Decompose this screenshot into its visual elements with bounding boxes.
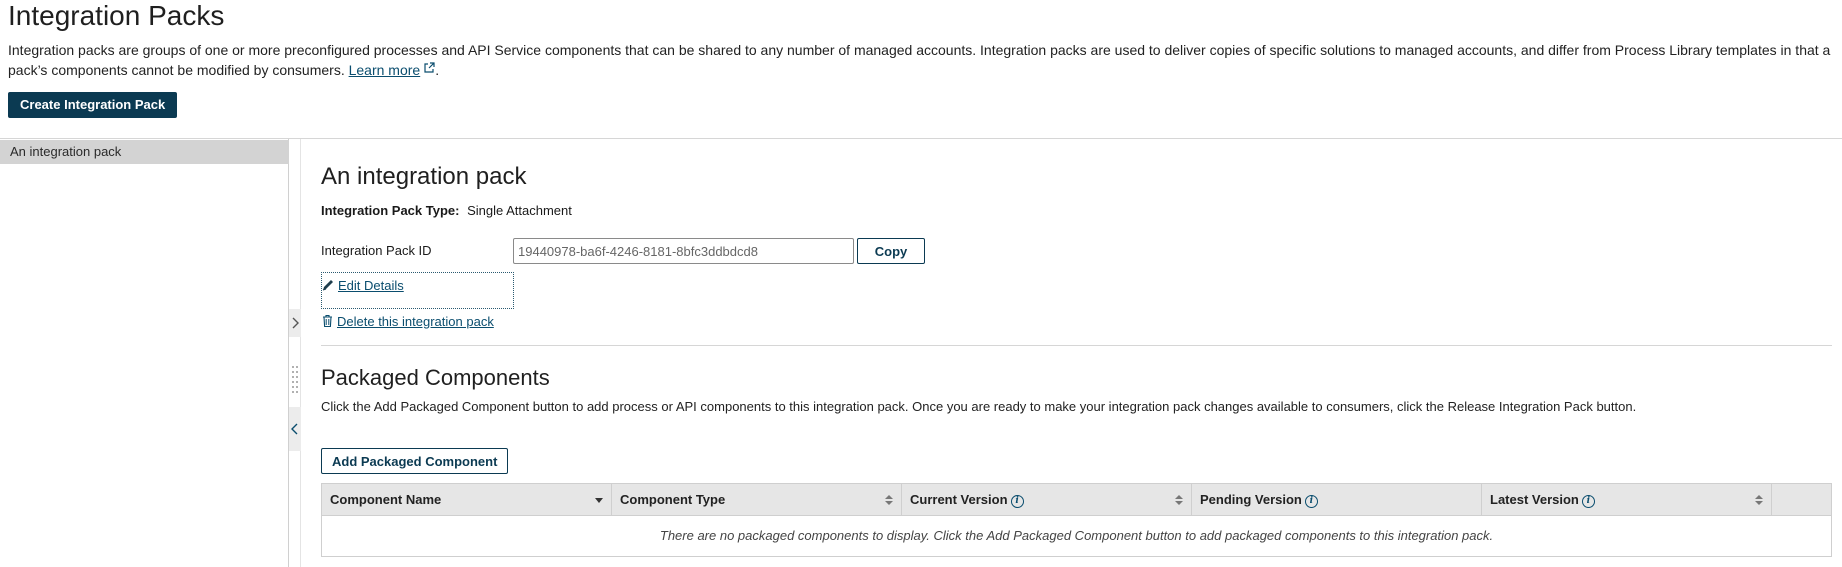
column-label: Current Version <box>910 492 1008 507</box>
pack-id-row: Integration Pack ID Copy <box>321 238 1021 266</box>
external-link-icon <box>424 62 435 73</box>
column-header-current-version[interactable]: Current Version i <box>902 484 1192 515</box>
column-label: Latest Version <box>1490 492 1579 507</box>
packaged-components-description: Click the Add Packaged Component button … <box>321 399 1637 414</box>
column-label: Pending Version <box>1200 492 1302 507</box>
sort-desc-icon <box>595 498 603 503</box>
pack-type-value: Single Attachment <box>467 203 572 218</box>
main-panel: An integration pack Integration Pack Typ… <box>321 139 1832 567</box>
integration-pack-title: An integration pack <box>321 163 527 190</box>
column-header-latest-version[interactable]: Latest Version i <box>1482 484 1772 515</box>
column-label: Component Name <box>330 492 442 507</box>
sort-icon <box>1175 495 1183 505</box>
delete-pack-link[interactable]: Delete this integration pack <box>321 314 494 329</box>
info-icon[interactable]: i <box>1010 495 1024 508</box>
sidebar-item-integration-pack[interactable]: An integration pack <box>0 140 289 164</box>
chevron-left-icon <box>291 423 298 435</box>
pack-id-field[interactable] <box>513 238 854 264</box>
column-header-actions <box>1772 484 1831 515</box>
copy-button[interactable]: Copy <box>857 238 925 264</box>
pencil-icon <box>322 280 333 291</box>
drag-handle-icon[interactable] <box>290 363 300 395</box>
delete-pack-label[interactable]: Delete this integration pack <box>337 314 494 329</box>
description-text-2: components cannot be modified by consume… <box>51 62 345 78</box>
pack-type-label: Integration Pack Type: <box>321 203 460 218</box>
info-icon[interactable]: i <box>1581 495 1595 508</box>
add-packaged-component-button[interactable]: Add Packaged Component <box>321 448 509 474</box>
divider <box>321 345 1832 346</box>
page-description: Integration packs are groups of one or m… <box>8 42 1831 78</box>
trash-icon <box>323 314 332 328</box>
sort-icon <box>885 495 893 505</box>
pack-id-label: Integration Pack ID <box>321 243 432 258</box>
packaged-components-title: Packaged Components <box>321 365 550 390</box>
sidebar: An integration pack <box>0 139 289 567</box>
collapse-sidebar-button[interactable] <box>289 407 301 451</box>
page-header: Integration Packs Integration packs are … <box>8 0 1838 80</box>
sort-icon <box>1755 495 1763 505</box>
empty-table-message: There are no packaged components to disp… <box>659 528 1494 543</box>
create-integration-pack-button[interactable]: Create Integration Pack <box>8 92 178 118</box>
table-header: Component Name Component Type Current Ve… <box>322 484 1831 516</box>
column-header-pending-version[interactable]: Pending Version i <box>1192 484 1482 515</box>
column-header-component-type[interactable]: Component Type <box>612 484 902 515</box>
chevron-right-icon <box>292 317 299 329</box>
edit-details-link[interactable]: Edit Details <box>321 278 404 293</box>
packaged-components-table: Component Name Component Type Current Ve… <box>321 483 1832 557</box>
column-header-component-name[interactable]: Component Name <box>322 484 612 515</box>
edit-details-label[interactable]: Edit Details <box>338 278 404 293</box>
column-label: Component Type <box>620 492 726 507</box>
learn-more-link[interactable]: Learn more <box>349 62 421 78</box>
page-title: Integration Packs <box>8 0 225 31</box>
splitter[interactable] <box>289 139 301 567</box>
info-icon[interactable]: i <box>1304 495 1318 508</box>
pack-type-row: Integration Pack Type: Single Attachment <box>321 203 572 218</box>
expand-sidebar-button[interactable] <box>289 309 301 337</box>
